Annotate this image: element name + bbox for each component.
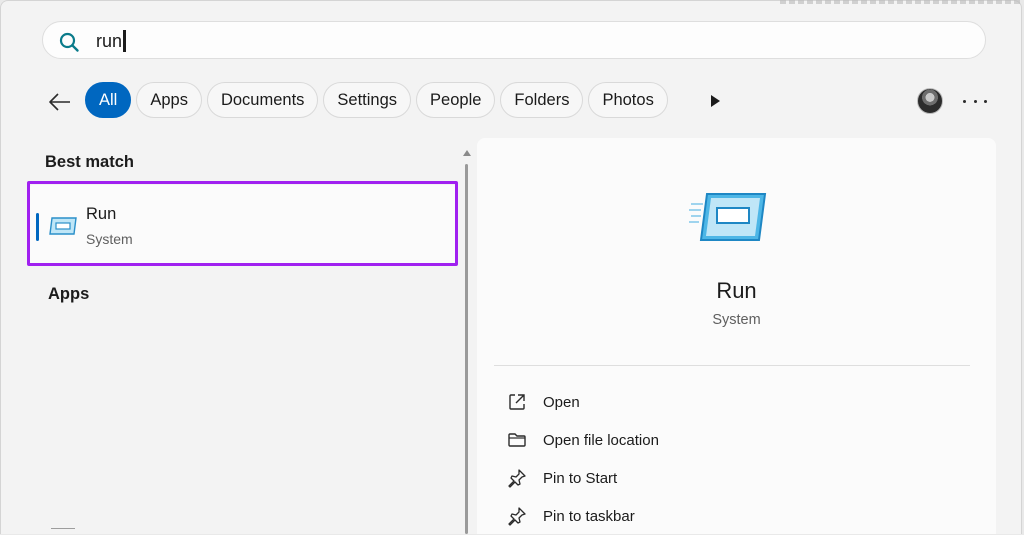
pin-icon bbox=[508, 469, 526, 488]
pin-to-taskbar-action[interactable]: Pin to taskbar bbox=[507, 503, 635, 529]
action-label: Pin to taskbar bbox=[543, 507, 635, 525]
open-action[interactable]: Open bbox=[507, 389, 580, 415]
search-box[interactable] bbox=[42, 21, 986, 59]
action-label: Open file location bbox=[543, 431, 659, 449]
tab-folders[interactable]: Folders bbox=[500, 82, 584, 118]
tab-settings[interactable]: Settings bbox=[323, 82, 412, 118]
tab-apps[interactable]: Apps bbox=[136, 82, 202, 118]
dot-icon bbox=[984, 99, 987, 103]
text-caret bbox=[123, 30, 127, 52]
back-button[interactable] bbox=[46, 88, 74, 116]
pin-to-start-action[interactable]: Pin to Start bbox=[507, 465, 617, 491]
detail-title: Run bbox=[716, 278, 757, 303]
tab-all[interactable]: All bbox=[85, 82, 132, 118]
best-match-heading: Best match bbox=[45, 153, 134, 171]
search-query: run bbox=[96, 30, 123, 51]
detail-type: System bbox=[712, 312, 761, 328]
results-scrollbar[interactable] bbox=[463, 150, 471, 534]
dot-icon bbox=[973, 99, 977, 103]
apps-heading: Apps bbox=[48, 285, 90, 303]
background-window-edge bbox=[780, 0, 1020, 4]
tab-photos[interactable]: Photos bbox=[588, 82, 668, 118]
action-label: Pin to Start bbox=[543, 469, 618, 487]
run-app-icon bbox=[49, 217, 77, 235]
result-type: System bbox=[86, 231, 133, 247]
best-match-result[interactable]: Run System bbox=[29, 185, 458, 264]
more-options-button[interactable] bbox=[963, 92, 987, 110]
arrow-left-icon bbox=[49, 93, 70, 111]
selection-indicator bbox=[36, 213, 39, 241]
tab-documents[interactable]: Documents bbox=[206, 82, 319, 118]
open-external-icon bbox=[509, 394, 525, 410]
play-icon[interactable] bbox=[703, 90, 727, 112]
tab-people[interactable]: People bbox=[416, 82, 496, 118]
filter-tabs: All Apps Documents Settings People Folde… bbox=[85, 82, 668, 118]
search-icon bbox=[59, 32, 79, 52]
detail-pane: Run System Open Open file location Pin t… bbox=[477, 138, 996, 534]
divider bbox=[494, 365, 970, 366]
search-input[interactable]: run bbox=[96, 29, 127, 53]
pin-icon bbox=[508, 507, 526, 526]
avatar[interactable] bbox=[917, 88, 943, 114]
scrollbar-thumb[interactable] bbox=[465, 164, 468, 534]
run-app-icon bbox=[689, 193, 767, 241]
action-label: Open bbox=[543, 393, 580, 411]
result-name: Run bbox=[86, 205, 117, 223]
open-file-location-action[interactable]: Open file location bbox=[507, 427, 659, 453]
folder-icon bbox=[508, 433, 526, 447]
scroll-up-icon[interactable] bbox=[463, 150, 471, 156]
dot-icon bbox=[963, 99, 966, 103]
